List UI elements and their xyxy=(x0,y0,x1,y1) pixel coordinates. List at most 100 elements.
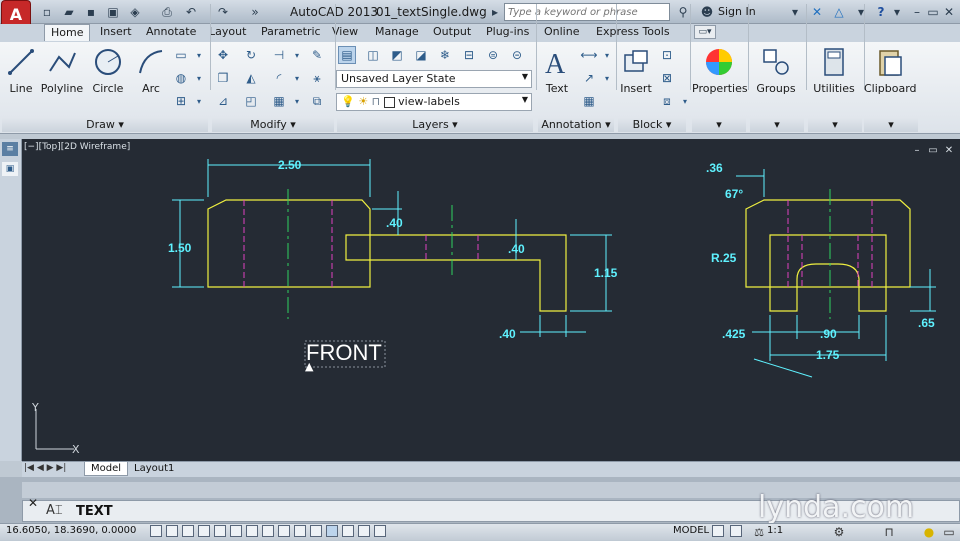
cloud-save-icon[interactable]: ◈ xyxy=(126,3,144,21)
lock-icon[interactable]: ⊓ xyxy=(880,523,898,541)
tab-insert[interactable]: Insert xyxy=(94,24,138,41)
move-icon[interactable]: ✥ xyxy=(214,46,232,64)
ortho-icon[interactable] xyxy=(198,525,210,537)
layer-dropdown[interactable]: 💡 ☀ ⊓ view-labels ▼ xyxy=(336,93,532,111)
clean-screen-icon[interactable]: ▭ xyxy=(940,523,958,541)
clipboard-panel-title[interactable]: ▾ xyxy=(864,118,918,132)
layer-state-icon[interactable]: ◫ xyxy=(364,46,382,64)
groups-panel-title[interactable]: ▾ xyxy=(750,118,804,132)
quick-view-layouts-icon[interactable] xyxy=(712,525,724,537)
open-folder-icon[interactable]: ▰ xyxy=(60,3,78,21)
mirror-icon[interactable]: ◭ xyxy=(242,69,260,87)
utilities-button[interactable]: Utilities xyxy=(808,46,860,95)
polyline-button[interactable]: Polyline xyxy=(40,46,84,95)
insert-block-button[interactable]: Insert xyxy=(618,46,654,95)
save-icon[interactable]: ▪ xyxy=(82,3,100,21)
polar-icon[interactable] xyxy=(214,525,226,537)
dropdown-arrow-icon[interactable]: ▾ xyxy=(598,46,616,64)
arc-button[interactable]: Arc xyxy=(132,46,170,95)
layers-panel-title[interactable]: Layers ▾ xyxy=(337,118,533,132)
layer-previous-icon[interactable]: ⊝ xyxy=(508,46,526,64)
plot-icon[interactable]: ⎙ xyxy=(158,3,176,21)
layer-properties-icon[interactable]: ▤ xyxy=(338,46,356,64)
model-space-toggle[interactable]: MODEL xyxy=(673,525,709,536)
tab-view[interactable]: View xyxy=(326,24,364,41)
dropdown-arrow-icon[interactable]: ▾ xyxy=(190,46,208,64)
close-icon[interactable]: ✕ xyxy=(940,3,958,21)
layer-isolate-icon[interactable]: ◩ xyxy=(388,46,406,64)
dropdown-arrow-icon[interactable]: ▾ xyxy=(852,3,870,21)
menu-icon[interactable]: ≡ xyxy=(2,142,18,156)
lineweight-icon[interactable] xyxy=(310,525,322,537)
edit-block-icon[interactable]: ⊠ xyxy=(658,69,676,87)
save-as-icon[interactable]: ▣ xyxy=(104,3,122,21)
trim-icon[interactable]: ⊣ xyxy=(270,46,288,64)
tab-home[interactable]: Home xyxy=(44,24,91,41)
ducs-icon[interactable] xyxy=(278,525,290,537)
quick-access-more-icon[interactable]: » xyxy=(246,3,264,21)
dropdown-arrow-icon[interactable]: ▾ xyxy=(786,3,804,21)
block-attributes-icon[interactable]: ⧈ xyxy=(658,92,676,110)
layout-nav-arrows-icon[interactable]: |◀ ◀ ▶ ▶| xyxy=(24,463,66,473)
layer-match-icon[interactable]: ⊜ xyxy=(484,46,502,64)
hatch-icon[interactable]: ◍ xyxy=(172,69,190,87)
rotate-icon[interactable]: ↻ xyxy=(242,46,260,64)
tab-online[interactable]: Online xyxy=(538,24,585,41)
layer-off-icon[interactable]: ◪ xyxy=(412,46,430,64)
table-icon[interactable]: ▦ xyxy=(580,92,598,110)
scale-icon[interactable]: ◰ xyxy=(242,92,260,110)
rectangle-icon[interactable]: ▭ xyxy=(172,46,190,64)
palette-icon[interactable]: ▣ xyxy=(2,162,18,176)
groups-button[interactable]: Groups xyxy=(750,46,802,95)
dyn-icon[interactable] xyxy=(294,525,306,537)
dropdown-arrow-icon[interactable]: ▾ xyxy=(598,69,616,87)
user-icon[interactable]: ☻ xyxy=(698,3,716,21)
autodesk-a360-icon[interactable]: △ xyxy=(830,3,848,21)
leader-icon[interactable]: ↗ xyxy=(580,69,598,87)
offset-icon[interactable]: ⧉ xyxy=(308,92,326,110)
undo-icon[interactable]: ↶ xyxy=(182,3,200,21)
line-button[interactable]: Line xyxy=(4,46,38,95)
selection-cycling-icon[interactable] xyxy=(358,525,370,537)
grid-icon[interactable] xyxy=(182,525,194,537)
tab-model[interactable]: Model xyxy=(84,462,129,476)
modify-panel-title[interactable]: Modify ▾ xyxy=(212,118,334,132)
isolate-objects-icon[interactable]: ● xyxy=(920,523,938,541)
dropdown-arrow-icon[interactable]: ▾ xyxy=(288,69,306,87)
command-text[interactable]: TEXT xyxy=(76,504,113,519)
array-icon[interactable]: ▦ xyxy=(270,92,288,110)
erase-icon[interactable]: ✎ xyxy=(308,46,326,64)
otrack-icon[interactable] xyxy=(262,525,274,537)
dropdown-arrow-icon[interactable]: ▾ xyxy=(888,3,906,21)
osnap-icon[interactable] xyxy=(230,525,242,537)
stretch-icon[interactable]: ⊿ xyxy=(214,92,232,110)
layer-state-dropdown[interactable]: Unsaved Layer State ▼ xyxy=(336,70,532,88)
layer-lock-icon[interactable]: ⊟ xyxy=(460,46,478,64)
redo-icon[interactable]: ↷ xyxy=(214,3,232,21)
title-expand-icon[interactable]: ▸ xyxy=(486,3,504,21)
tab-express-tools[interactable]: Express Tools xyxy=(590,24,676,41)
clipboard-button[interactable]: Clipboard xyxy=(864,46,917,95)
explode-icon[interactable]: ⚹ xyxy=(308,69,326,87)
tab-output[interactable]: Output xyxy=(427,24,477,41)
linear-dimension-icon[interactable]: ⟷ xyxy=(580,46,598,64)
quick-properties-icon[interactable] xyxy=(342,525,354,537)
viewport-label[interactable]: [−][Top][2D Wireframe] xyxy=(24,142,130,152)
annotation-scale[interactable]: 1:1 xyxy=(767,525,783,536)
dropdown-arrow-icon[interactable]: ▾ xyxy=(288,92,306,110)
workspace-gear-icon[interactable]: ⚙ xyxy=(830,523,848,541)
properties-panel-title[interactable]: ▾ xyxy=(692,118,746,132)
close-command-line-icon[interactable]: ✕ xyxy=(24,494,42,512)
viewport-close-icon[interactable]: ✕ xyxy=(940,141,958,159)
text-button[interactable]: A Text xyxy=(540,46,574,95)
tab-layout1[interactable]: Layout1 xyxy=(128,462,180,476)
exchange-icon[interactable]: ✕ xyxy=(808,3,826,21)
copy-icon[interactable]: ❐ xyxy=(214,69,232,87)
draw-panel-title[interactable]: Draw ▾ xyxy=(2,118,208,132)
annotation-scale-icon[interactable]: ⚖ xyxy=(750,523,768,541)
create-block-icon[interactable]: ⊡ xyxy=(658,46,676,64)
3d-osnap-icon[interactable] xyxy=(246,525,258,537)
circle-button[interactable]: Circle xyxy=(88,46,128,95)
properties-button[interactable]: Properties xyxy=(692,46,748,95)
fillet-icon[interactable]: ◜ xyxy=(270,69,288,87)
